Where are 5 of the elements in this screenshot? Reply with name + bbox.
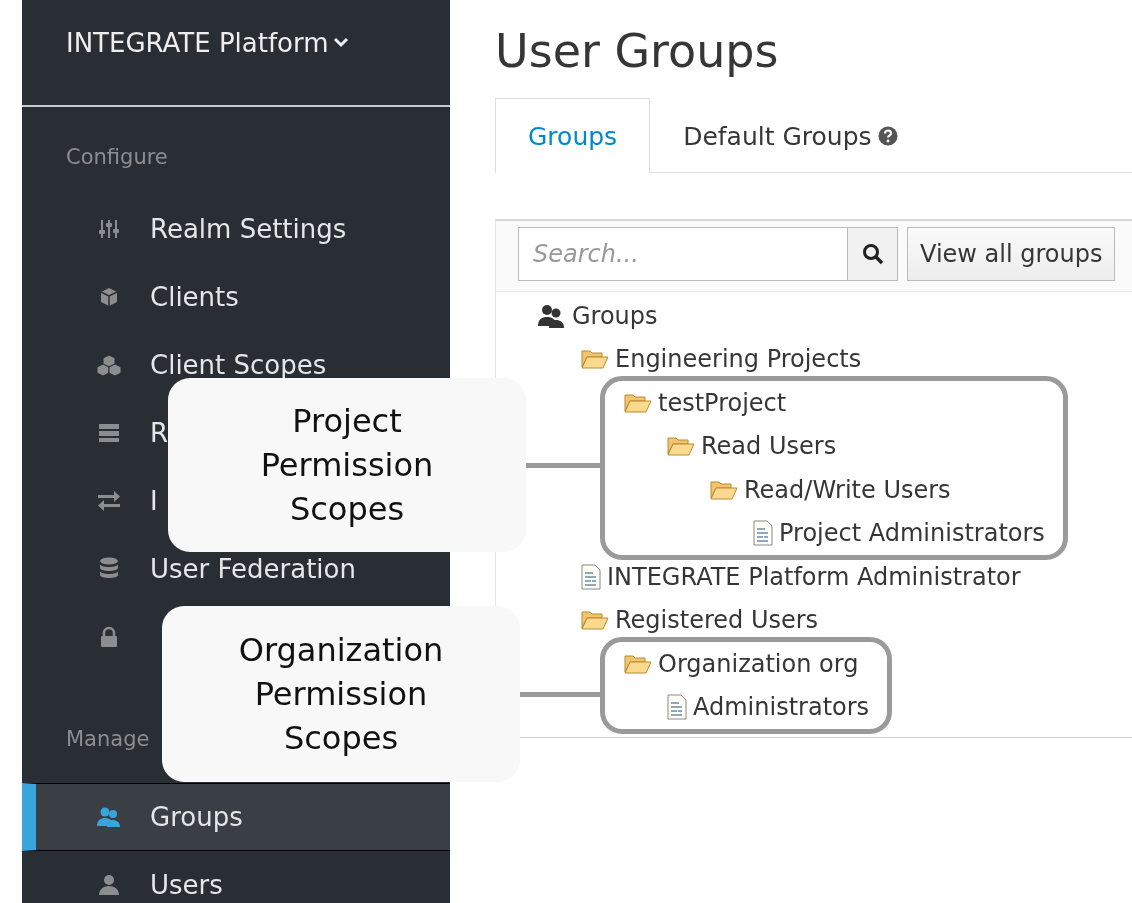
- callout-tooltip: Project Permission Scopes: [168, 378, 526, 552]
- page-title: User Groups: [495, 24, 780, 78]
- section-heading: Manage: [66, 727, 150, 751]
- callout-tooltip: Organization Permission Scopes: [162, 606, 520, 782]
- section-heading: Configure: [66, 145, 168, 169]
